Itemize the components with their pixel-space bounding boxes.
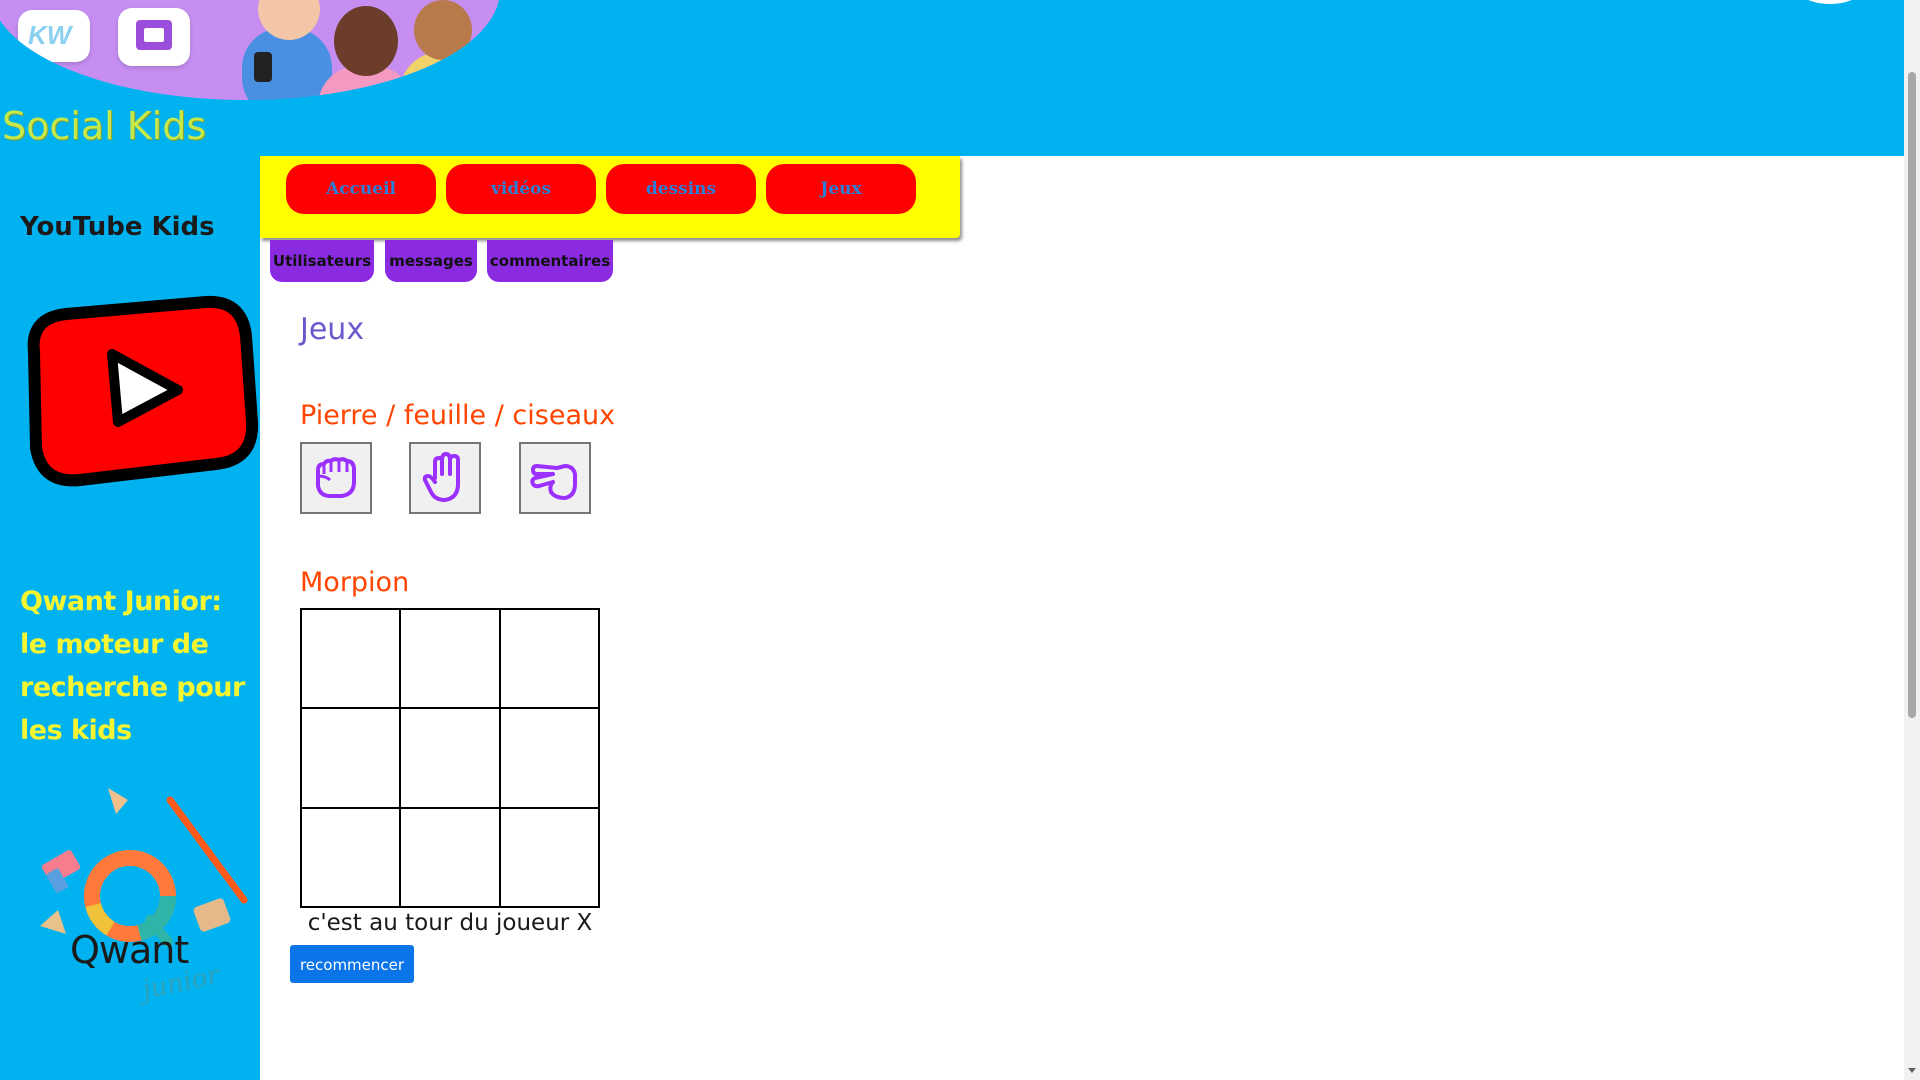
kid-head-3 [414, 0, 472, 60]
paper-button[interactable] [409, 442, 481, 514]
kid-head-2 [334, 6, 398, 76]
main-nav: Accueil vidéos dessins Jeux [260, 156, 960, 238]
rps-title: Pierre / feuille / ciseaux [300, 400, 616, 431]
qwant-junior-title: Qwant Junior: le moteur de recherche pou… [20, 586, 245, 746]
hero-illustration: KW [0, 0, 500, 100]
scissors-button[interactable] [519, 442, 591, 514]
board-cell[interactable] [301, 609, 401, 709]
subnav-commentaires-button[interactable]: commentaires [487, 240, 613, 282]
qwant-junior-logo[interactable] [40, 786, 260, 1006]
nav-accueil-button[interactable]: Accueil [286, 164, 436, 214]
subnav-utilisateurs-button[interactable]: Utilisateurs [270, 240, 374, 282]
scroll-down-arrow-icon[interactable] [1908, 1068, 1916, 1073]
board-cell[interactable] [301, 708, 401, 808]
phone-icon [254, 52, 272, 82]
sidebar: YouTube Kids Qwant Junior: le moteur de … [0, 156, 260, 1080]
board-cell[interactable] [400, 609, 500, 709]
page: KW Social Kids YouTube Kids Qwant Junior… [0, 0, 1904, 1080]
board-cell[interactable] [499, 609, 599, 709]
nav-jeux-button[interactable]: Jeux [766, 164, 916, 214]
app-tile-kw-label: KW [28, 20, 72, 50]
board-cell[interactable] [400, 807, 500, 907]
board-cell[interactable] [499, 807, 599, 907]
rock-button[interactable] [300, 442, 372, 514]
app-tile-tv [118, 8, 190, 66]
app-tile-kw: KW [18, 10, 90, 62]
nav-dessins-button[interactable]: dessins [606, 164, 756, 214]
youtube-play-icon[interactable] [20, 292, 260, 492]
page-title: Jeux [300, 312, 365, 347]
nav-videos-button[interactable]: vidéos [446, 164, 596, 214]
board-cell[interactable] [499, 708, 599, 808]
rock-fist-icon [316, 457, 356, 498]
subnav-messages-button[interactable]: messages [385, 240, 477, 282]
restart-button[interactable]: recommencer [290, 945, 414, 983]
paper-hand-icon [422, 452, 460, 502]
qwant-logo-word: Qwant [70, 928, 189, 972]
board-cell[interactable] [400, 708, 500, 808]
turn-status: c'est au tour du joueur X [307, 910, 593, 936]
board-cell[interactable] [301, 807, 401, 907]
youtube-kids-title: YouTube Kids [20, 212, 215, 242]
tv-icon [136, 20, 172, 50]
scrollbar-thumb[interactable] [1908, 72, 1916, 718]
site-title: Social Kids [2, 104, 207, 148]
morpion-title: Morpion [300, 567, 410, 598]
avatar[interactable] [1790, 0, 1870, 4]
header: KW Social Kids [0, 0, 1904, 156]
tic-tac-toe-board [300, 608, 600, 908]
scissors-hand-icon [530, 464, 577, 500]
vertical-scrollbar[interactable] [1904, 0, 1920, 1080]
